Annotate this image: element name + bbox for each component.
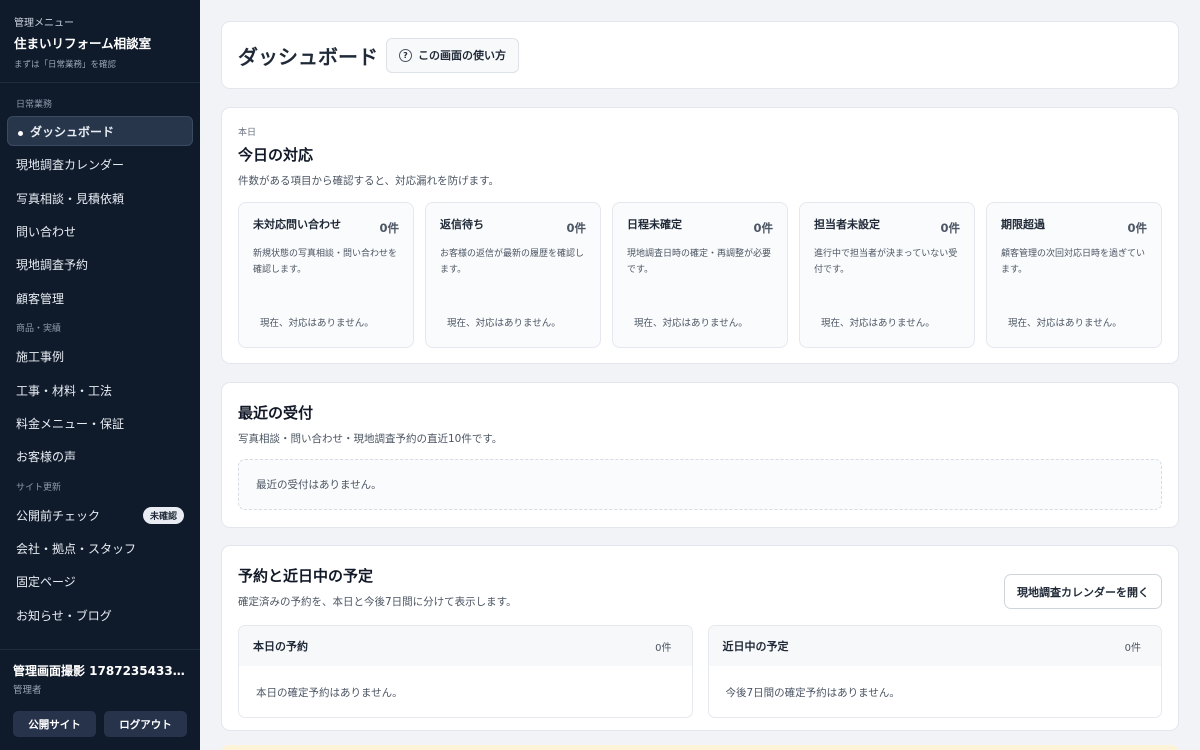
stat-description: 現地調査日時の確定・再調整が必要です。 [627, 249, 772, 275]
active-dot-icon [18, 130, 23, 136]
stat-empty: 現在、対応はありません。 [447, 318, 561, 329]
stat-card-overdue[interactable]: 期限超過 0件 顧客管理の次回対応日時を過ぎています。 現在、対応はありません。 [986, 202, 1162, 348]
nav-item-testimonials[interactable]: お客様の声 [0, 440, 200, 473]
nav-item-survey-booking[interactable]: 現地調査予約 [0, 248, 200, 281]
user-role: 管理者 [13, 685, 42, 696]
stat-label: 担当者未設定 [814, 218, 880, 231]
panel-count: 0件 [655, 642, 672, 654]
nav-item-survey-calendar[interactable]: 現地調査カレンダー [0, 148, 200, 181]
nav-item-label: 固定ページ [16, 575, 76, 590]
page-title: ダッシュボード [238, 44, 378, 69]
nav-item-label: 現地調査予約 [16, 258, 89, 273]
nav-item-company[interactable]: 会社・拠点・スタッフ [0, 532, 200, 565]
stat-description: 新規状態の写真相談・問い合わせを確認します。 [253, 249, 398, 275]
open-calendar-button[interactable]: 現地調査カレンダーを開く [1004, 574, 1162, 609]
nav-item-label: お知らせ・ブログ [16, 608, 112, 623]
help-button-label: この画面の使い方 [418, 49, 506, 62]
stat-count: 0件 [940, 221, 960, 235]
stat-empty: 現在、対応はありません。 [821, 318, 935, 329]
today-title: 今日の対応 [238, 146, 314, 164]
today-description: 件数がある項目から確認すると、対応漏れを防げます。 [238, 175, 500, 187]
nav-group-label-site: サイト更新 [16, 482, 62, 493]
stat-empty: 現在、対応はありません。 [260, 318, 374, 329]
stat-label: 返信待ち [440, 218, 484, 231]
site-title: 住まいリフォーム相談室 [14, 36, 152, 51]
schedule-section: 予約と近日中の予定 確定済みの予約を、本日と今後7日間に分けて表示します。 現地… [221, 545, 1179, 731]
nav-group-label-daily: 日常業務 [16, 100, 53, 110]
stat-count: 0件 [566, 221, 586, 235]
today-kicker: 本日 [238, 128, 257, 138]
nav-item-static-pages[interactable]: 固定ページ [0, 565, 200, 598]
stat-count: 0件 [753, 221, 773, 235]
nav-item-prepublish-check[interactable]: 公開前チェック 未確認 [0, 499, 200, 532]
stat-label: 期限超過 [1001, 218, 1045, 231]
stat-card-unhandled[interactable]: 未対応問い合わせ 0件 新規状態の写真相談・問い合わせを確認します。 現在、対応は… [238, 202, 414, 348]
recent-title: 最近の受付 [238, 404, 314, 422]
nav-group-label-products: 商品・実績 [16, 323, 62, 334]
stat-description: お客様の返信が最新の履歴を確認します。 [440, 249, 585, 275]
panel-empty: 今後7日間の確定予約はありません。 [725, 687, 900, 699]
sidebar-footer: 管理画面撮影 17872354334… 管理者 公開サイト ログアウト [0, 649, 200, 750]
panel-title: 近日中の予定 [722, 640, 789, 653]
nav-item-label: 現地調査カレンダー [16, 158, 125, 173]
nav-item-inquiries[interactable]: 問い合わせ [0, 215, 200, 248]
upcoming-schedule-panel: 近日中の予定 0件 今後7日間の確定予約はありません。 [707, 625, 1162, 718]
stat-label: 未対応問い合わせ [253, 218, 341, 231]
panel-count: 0件 [1124, 642, 1141, 654]
nav-item-label: 工事・材料・工法 [16, 383, 113, 398]
recent-empty: 最近の受付はありません。 [238, 459, 1162, 510]
sidebar-subtitle: まずは「日常業務」を確認 [14, 60, 117, 70]
nav-item-label: 写真相談・見積依頼 [16, 191, 125, 206]
panel-title: 本日の予約 [253, 640, 308, 653]
panel-empty: 本日の確定予約はありません。 [256, 687, 403, 699]
sidebar-kicker: 管理メニュー [14, 18, 74, 29]
today-section: 本日 今日の対応 件数がある項目から確認すると、対応漏れを防げます。 未対応問い… [221, 107, 1179, 364]
recent-description: 写真相談・問い合わせ・現地調査予約の直近10件です。 [238, 433, 503, 445]
help-button[interactable]: ? この画面の使い方 [386, 37, 519, 73]
stat-count: 0件 [1127, 221, 1147, 235]
sidebar-header: 管理メニュー 住まいリフォーム相談室 まずは「日常業務」を確認 [0, 0, 200, 83]
stat-description: 進行中で担当者が決まっていない受付です。 [814, 249, 958, 275]
nav-item-label: 公開前チェック [16, 508, 101, 523]
nav-item-label: 料金メニュー・保証 [16, 416, 125, 431]
nav-item-pricing[interactable]: 料金メニュー・保証 [0, 407, 200, 440]
nav-item-label: 顧客管理 [16, 291, 65, 306]
stat-description: 顧客管理の次回対応日時を過ぎています。 [1001, 249, 1146, 275]
nav-item-customers[interactable]: 顧客管理 [0, 282, 200, 315]
status-badge: 未確認 [142, 506, 184, 524]
stat-label: 日程未確定 [627, 218, 682, 231]
nav-item-photo-consult[interactable]: 写真相談・見積依頼 [0, 181, 200, 214]
logout-button[interactable]: ログアウト [104, 711, 187, 737]
page-header: ダッシュボード ? この画面の使い方 [221, 21, 1179, 89]
nav-item-case-studies[interactable]: 施工事例 [0, 340, 200, 373]
nav-item-label: 問い合わせ [16, 224, 77, 239]
help-icon: ? [399, 48, 412, 62]
sidebar: 管理メニュー 住まいリフォーム相談室 まずは「日常業務」を確認 日常業務 ダッシ… [0, 0, 200, 750]
stat-empty: 現在、対応はありません。 [1008, 318, 1122, 329]
nav-item-materials[interactable]: 工事・材料・工法 [0, 373, 200, 406]
nav-item-label: 施工事例 [16, 350, 65, 365]
stat-card-unassigned[interactable]: 担当者未設定 0件 進行中で担当者が決まっていない受付です。 現在、対応はありませ… [799, 202, 975, 348]
recent-section: 最近の受付 写真相談・問い合わせ・現地調査予約の直近10件です。 最近の受付はあ… [221, 382, 1179, 528]
nav-item-label: お客様の声 [16, 450, 77, 465]
nav-item-dashboard[interactable]: ダッシュボード [7, 116, 193, 146]
stat-empty: 現在、対応はありません。 [634, 318, 748, 329]
stat-card-unscheduled[interactable]: 日程未確定 0件 現地調査日時の確定・再調整が必要です。 現在、対応はありません。 [612, 202, 788, 348]
user-name: 管理画面撮影 17872354334… [13, 664, 187, 678]
stat-card-awaiting-reply[interactable]: 返信待ち 0件 お客様の返信が最新の履歴を確認します。 現在、対応はありません。 [425, 202, 601, 348]
nav-item-news-blog[interactable]: お知らせ・ブログ [0, 599, 200, 632]
nav-item-label: ダッシュボード [30, 124, 115, 139]
next-section-edge [221, 745, 1179, 750]
today-bookings-panel: 本日の予約 0件 本日の確定予約はありません。 [238, 625, 693, 718]
public-site-button[interactable]: 公開サイト [13, 711, 96, 737]
nav-item-label: 会社・拠点・スタッフ [16, 542, 137, 557]
stat-count: 0件 [379, 221, 399, 235]
